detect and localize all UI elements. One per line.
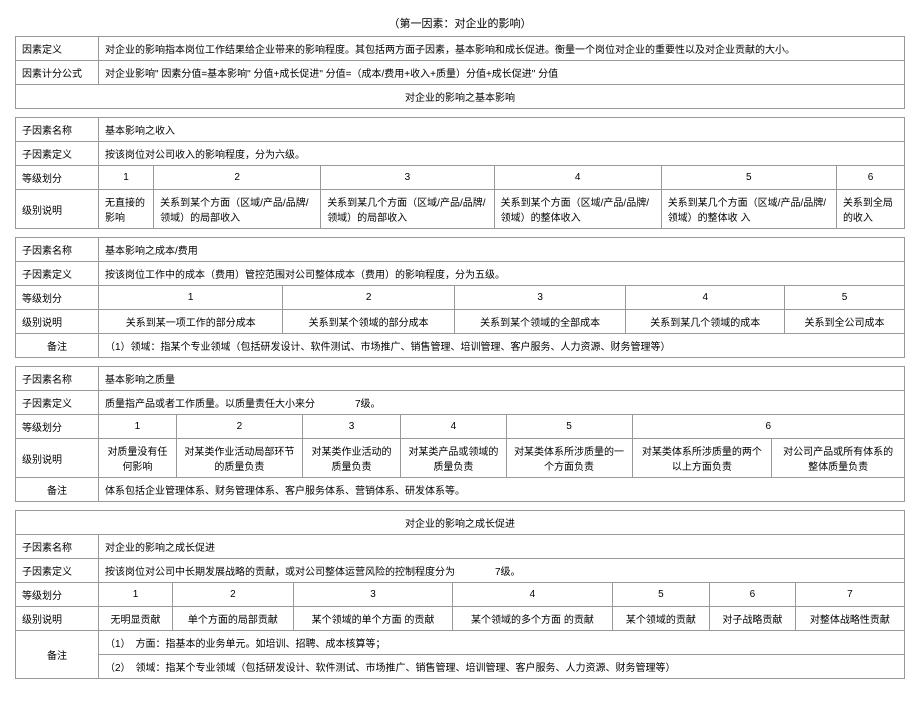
grade-num: 1: [99, 166, 154, 190]
desc-cell: 对公司产品或所有体系的整体质量负责: [772, 439, 905, 478]
sub-name-label: 子因素名称: [16, 535, 99, 559]
grade-num: 7: [795, 583, 904, 607]
desc-cell: 对某类产品或领域的质量负责: [401, 439, 506, 478]
grade-num: 3: [321, 166, 494, 190]
note-line2: （2） 领域：指某个专业领域（包括研发设计、软件测试、市场推广、销售管理、培训管…: [99, 655, 905, 679]
note-label: 备注: [16, 631, 99, 679]
section2-table: 子因素名称 基本影响之成本/费用 子因素定义 按该岗位工作中的成本（费用）管控范…: [15, 237, 905, 358]
grade-num: 6: [836, 166, 904, 190]
desc-label: 级别说明: [16, 190, 99, 229]
sub-name-val: 基本影响之收入: [99, 118, 905, 142]
desc-cell: 某个领域的单个方面 的贡献: [293, 607, 452, 631]
grade-num: 4: [453, 583, 612, 607]
grade-label: 等级划分: [16, 166, 99, 190]
sub-def-label: 子因素定义: [16, 559, 99, 583]
top-table: 因素定义 对企业的影响指本岗位工作结果给企业带来的影响程度。其包括两方面子因素，…: [15, 36, 905, 109]
desc-cell: 对某类作业活动的质量负责: [302, 439, 400, 478]
grade-num: 1: [99, 415, 177, 439]
grade-num: 4: [494, 166, 661, 190]
desc-cell: 对整体战略性贡献: [795, 607, 904, 631]
desc-cell: 关系到某几个方面（区域/产品/品牌/领域）的局部收入: [321, 190, 494, 229]
desc-label: 级别说明: [16, 439, 99, 478]
section4-table: 对企业的影响之成长促进 子因素名称 对企业的影响之成长促进 子因素定义 按该岗位…: [15, 510, 905, 679]
grade-num: 4: [401, 415, 506, 439]
grade-label: 等级划分: [16, 286, 99, 310]
note-label: 备注: [16, 478, 99, 502]
desc-cell: 关系到全局的收入: [836, 190, 904, 229]
desc-cell: 无明显贡献: [99, 607, 173, 631]
grade-num: 2: [176, 415, 302, 439]
grade-label: 等级划分: [16, 583, 99, 607]
note-label: 备注: [16, 334, 99, 358]
desc-cell: 关系到某个方面（区域/产品/品牌/领域）的局部收入: [154, 190, 321, 229]
grade-num: 3: [293, 583, 452, 607]
sub-name-val: 基本影响之成本/费用: [99, 238, 905, 262]
sub-name-val: 对企业的影响之成长促进: [99, 535, 905, 559]
desc-cell: 关系到某几个领域的成本: [626, 310, 785, 334]
sub-def-val: 按该岗位对公司中长期发展战略的贡献，或对公司整体运营风险的控制程度分为 7级。: [99, 559, 905, 583]
grade-num: 2: [283, 286, 455, 310]
desc-cell: 关系到某一项工作的部分成本: [99, 310, 283, 334]
desc-cell: 关系到全公司成本: [785, 310, 905, 334]
note-content: 体系包括企业管理体系、财务管理体系、客户服务体系、营销体系、研发体系等。: [99, 478, 905, 502]
sub-name-val: 基本影响之质量: [99, 367, 905, 391]
note-line1: （1） 方面：指基本的业务单元。如培训、招聘、成本核算等；: [99, 631, 905, 655]
desc-cell: 对质量没有任何影响: [99, 439, 177, 478]
page-title: （第一因素：对企业的影响）: [15, 15, 905, 31]
grade-num: 6: [710, 583, 796, 607]
section-header-basic: 对企业的影响之基本影响: [16, 85, 905, 109]
sub-name-label: 子因素名称: [16, 238, 99, 262]
sub-def-label: 子因素定义: [16, 391, 99, 415]
sub-name-label: 子因素名称: [16, 367, 99, 391]
sub-name-label: 子因素名称: [16, 118, 99, 142]
grade-label: 等级划分: [16, 415, 99, 439]
sub-def-val: 按该岗位对公司收入的影响程度，分为六级。: [99, 142, 905, 166]
note-content: （1）领域：指某个专业领域（包括研发设计、软件测试、市场推广、销售管理、培训管理…: [99, 334, 905, 358]
grade-num: 1: [99, 286, 283, 310]
desc-cell: 对某类体系所涉质量的两个以上方面负责: [632, 439, 772, 478]
desc-cell: 关系到某个领域的部分成本: [283, 310, 455, 334]
desc-cell: 关系到某几个方面（区域/产品/品牌/领域）的整体收 入: [661, 190, 836, 229]
formula-content: 对企业影响" 因素分值=基本影响" 分值+成长促进" 分值=（成本/费用+收入+…: [99, 61, 905, 85]
grade-num: 2: [154, 166, 321, 190]
desc-cell: 某个领域的多个方面 的贡献: [453, 607, 612, 631]
desc-cell: 某个领域的贡献: [612, 607, 709, 631]
desc-cell: 关系到某个方面（区域/产品/品牌/领域）的整体收入: [494, 190, 661, 229]
desc-label: 级别说明: [16, 607, 99, 631]
sub-def-label: 子因素定义: [16, 262, 99, 286]
desc-label: 级别说明: [16, 310, 99, 334]
grade-num: 5: [785, 286, 905, 310]
sub-def-label: 子因素定义: [16, 142, 99, 166]
desc-cell: 对某类体系所涉质量的一个方面负责: [506, 439, 632, 478]
formula-label: 因素计分公式: [16, 61, 99, 85]
section-header-growth: 对企业的影响之成长促进: [16, 511, 905, 535]
desc-cell: 无直接的影响: [99, 190, 154, 229]
grade-num: 3: [454, 286, 626, 310]
grade-num: 5: [612, 583, 709, 607]
section3-table: 子因素名称 基本影响之质量 子因素定义 质量指产品或者工作质量。以质量责任大小来…: [15, 366, 905, 502]
section1-table: 子因素名称 基本影响之收入 子因素定义 按该岗位对公司收入的影响程度，分为六级。…: [15, 117, 905, 229]
grade-num: 4: [626, 286, 785, 310]
grade-num: 5: [661, 166, 836, 190]
desc-cell: 单个方面的局部贡献: [172, 607, 293, 631]
grade-num: 2: [172, 583, 293, 607]
factor-def-label: 因素定义: [16, 37, 99, 61]
desc-cell: 对子战略贡献: [710, 607, 796, 631]
grade-num: 6: [632, 415, 904, 439]
desc-cell: 对某类作业活动局部环节的质量负责: [176, 439, 302, 478]
sub-def-val: 质量指产品或者工作质量。以质量责任大小来分 7级。: [99, 391, 905, 415]
factor-def-content: 对企业的影响指本岗位工作结果给企业带来的影响程度。其包括两方面子因素，基本影响和…: [99, 37, 905, 61]
desc-cell: 关系到某个领域的全部成本: [454, 310, 626, 334]
grade-num: 5: [506, 415, 632, 439]
grade-num: 3: [302, 415, 400, 439]
grade-num: 1: [99, 583, 173, 607]
sub-def-val: 按该岗位工作中的成本（费用）管控范围对公司整体成本（费用）的影响程度，分为五级。: [99, 262, 905, 286]
